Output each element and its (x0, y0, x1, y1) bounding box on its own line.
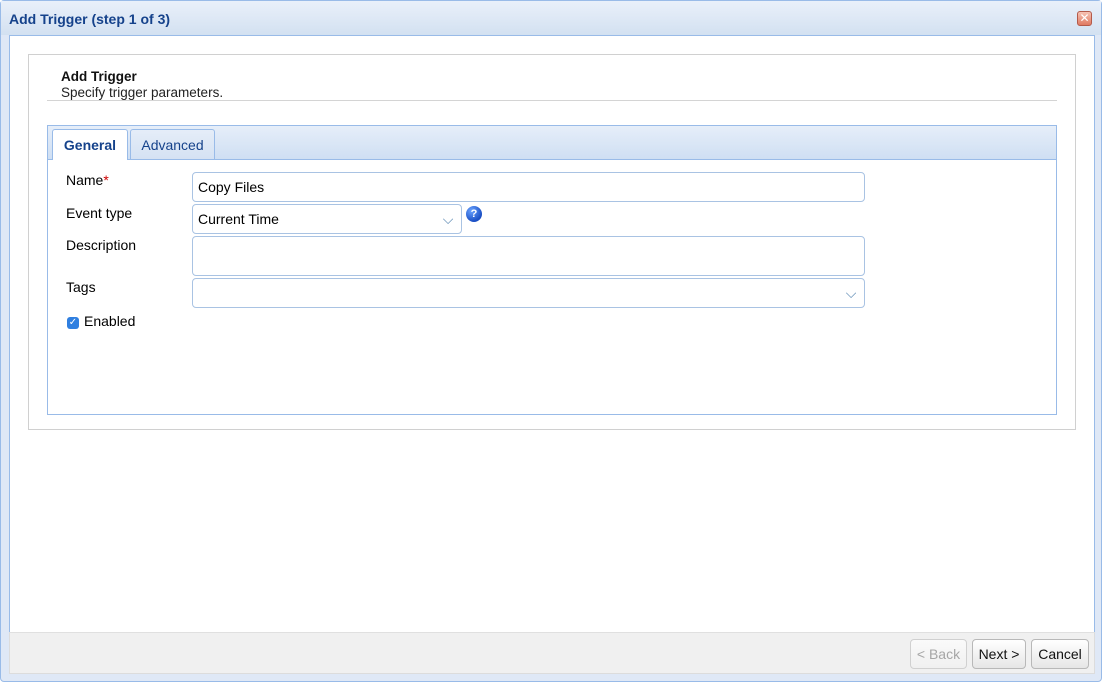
panel-subtitle: Specify trigger parameters. (61, 85, 224, 100)
chevron-down-icon[interactable]: ⌵ (435, 205, 461, 233)
tab-panel: General Advanced Name* Copy Files Event … (47, 125, 1057, 415)
help-icon[interactable]: ? (466, 206, 482, 222)
tab-general[interactable]: General (52, 129, 128, 160)
chevron-down-icon[interactable]: ⌵ (838, 279, 864, 307)
enabled-checkbox[interactable]: ✓ (67, 317, 79, 329)
dialog-titlebar[interactable]: Add Trigger (step 1 of 3) ✕ (1, 1, 1101, 35)
name-label-text: Name (66, 172, 104, 188)
trigger-panel: Add Trigger Specify trigger parameters. … (28, 54, 1076, 430)
required-mark: * (103, 172, 109, 188)
event-type-label: Event type (66, 205, 133, 221)
panel-title: Add Trigger (61, 69, 137, 84)
enabled-label: Enabled (84, 313, 136, 329)
tags-select[interactable]: ⌵ (192, 278, 865, 308)
add-trigger-dialog: Add Trigger (step 1 of 3) ✕ Add Trigger … (0, 0, 1102, 682)
dialog-title: Add Trigger (step 1 of 3) (9, 11, 171, 27)
panel-divider (47, 100, 1057, 101)
description-label: Description (66, 237, 137, 253)
cancel-button[interactable]: Cancel (1031, 639, 1089, 669)
back-button[interactable]: < Back (910, 639, 967, 669)
name-field[interactable]: Copy Files (192, 172, 865, 202)
name-field-value: Copy Files (198, 179, 265, 195)
tab-strip: General Advanced (48, 126, 1056, 160)
name-label: Name* (66, 172, 109, 188)
event-type-select[interactable]: Current Time ⌵ (192, 204, 462, 234)
dialog-footer: < Back Next > Cancel (9, 632, 1095, 674)
close-icon[interactable]: ✕ (1077, 11, 1092, 26)
next-button[interactable]: Next > (972, 639, 1026, 669)
tab-advanced[interactable]: Advanced (130, 129, 215, 159)
dialog-body: Add Trigger Specify trigger parameters. … (9, 35, 1095, 634)
event-type-value: Current Time (198, 211, 279, 227)
tags-label: Tags (66, 279, 96, 295)
description-field[interactable] (192, 236, 865, 276)
